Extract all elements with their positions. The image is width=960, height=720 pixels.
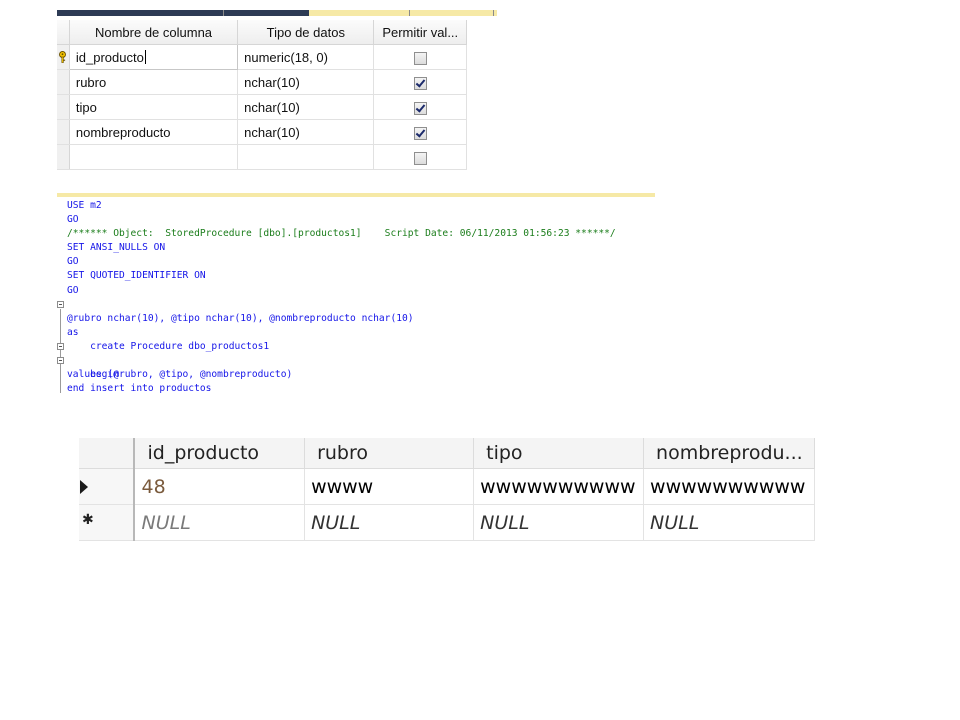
new-row-star-icon: ✱: [82, 512, 94, 528]
row-selector-header: [57, 20, 70, 45]
row-header-corner[interactable]: [79, 438, 136, 469]
cell-tipo[interactable]: NULL: [473, 504, 645, 541]
code-text: USE m2: [67, 200, 102, 211]
sql-editor[interactable]: USE m2 GO /****** Object: StoredProcedur…: [56, 199, 676, 396]
table-row[interactable]: [57, 144, 467, 170]
row-selector[interactable]: [57, 144, 70, 170]
cell-id-producto[interactable]: 48: [134, 468, 306, 505]
code-line: SET ANSI_NULLS ON: [56, 241, 676, 255]
allow-nulls-checkbox[interactable]: [413, 76, 427, 90]
data-type-cell[interactable]: nchar(10): [237, 119, 375, 145]
code-line: values (@rubro, @tipo, @nombreproducto): [56, 368, 676, 382]
code-line: end: [56, 382, 676, 396]
column-header-tipo[interactable]: tipo: [473, 438, 645, 469]
column-definitions-grid: Nombre de columna Tipo de datos Permitir…: [57, 20, 467, 170]
allow-nulls-cell[interactable]: [373, 44, 467, 70]
code-line: begin: [56, 340, 676, 380]
code-line: USE m2: [56, 199, 676, 213]
column-name-cell[interactable]: id_producto: [68, 44, 239, 70]
table-row[interactable]: tipo nchar(10): [57, 94, 467, 120]
key-icon: [59, 51, 66, 63]
allow-nulls-checkbox[interactable]: [413, 51, 427, 65]
code-text: values (@rubro, @tipo, @nombreproducto): [67, 369, 293, 381]
row-header[interactable]: [79, 468, 136, 505]
cell-id-producto[interactable]: NULL: [134, 504, 306, 541]
column-header-rubro[interactable]: rubro: [304, 438, 475, 469]
designer-tab-strip: [57, 10, 497, 18]
collapse-icon[interactable]: [57, 342, 64, 350]
tab-separator: [409, 10, 410, 16]
data-type-cell[interactable]: numeric(18, 0): [237, 44, 375, 70]
code-line: /****** Object: StoredProcedure [dbo].[p…: [56, 227, 676, 241]
text-caret: [144, 49, 146, 64]
table-row[interactable]: ✱ NULL NULL NULL NULL: [79, 504, 815, 541]
table-row[interactable]: id_producto numeric(18, 0): [57, 44, 467, 70]
row-selector[interactable]: [57, 44, 70, 70]
code-text: end: [67, 383, 85, 395]
code-text: GO: [67, 256, 79, 268]
row-arrow-icon: [80, 480, 88, 494]
row-selector[interactable]: [57, 119, 70, 145]
data-type-cell[interactable]: nchar(10): [237, 69, 375, 95]
column-header-id-producto[interactable]: id_producto: [134, 438, 306, 469]
code-line: GO: [56, 213, 676, 227]
column-name-text: id_producto: [75, 49, 144, 65]
column-header-allow-nulls[interactable]: Permitir val...: [373, 20, 467, 45]
allow-nulls-checkbox[interactable]: [413, 151, 427, 165]
code-line: @rubro nchar(10), @tipo nchar(10), @nomb…: [56, 312, 676, 326]
column-header-nombreproducto[interactable]: nombreprodu...: [643, 438, 815, 469]
code-line: SET QUOTED_IDENTIFIER ON: [56, 269, 676, 283]
column-name-cell[interactable]: nombreproducto: [69, 119, 239, 145]
column-name-cell[interactable]: rubro: [69, 69, 239, 95]
cell-rubro[interactable]: NULL: [304, 504, 475, 541]
row-selector[interactable]: [57, 69, 70, 95]
code-text: SET QUOTED_IDENTIFIER ON: [67, 270, 206, 282]
code-comment: /****** Object: StoredProcedure [dbo].[p…: [67, 228, 616, 240]
code-line: create Procedure dbo_productos1: [56, 298, 676, 393]
collapse-icon[interactable]: [57, 357, 64, 365]
allow-nulls-checkbox[interactable]: [413, 101, 427, 115]
tab-separator: [493, 10, 494, 16]
data-type-cell[interactable]: [237, 144, 375, 170]
code-text: GO: [67, 214, 79, 226]
cell-nombreproducto[interactable]: wwwwwwwwww: [643, 468, 815, 505]
code-text: @rubro nchar(10), @tipo nchar(10), @nomb…: [67, 312, 414, 324]
code-line: GO: [56, 284, 676, 298]
code-line: insert into productos: [56, 354, 676, 394]
cell-rubro[interactable]: wwww: [304, 468, 475, 505]
column-name-cell[interactable]: [69, 144, 239, 170]
data-type-cell[interactable]: nchar(10): [237, 94, 375, 120]
collapse-icon[interactable]: [57, 300, 64, 308]
cell-nombreproducto[interactable]: NULL: [643, 504, 815, 541]
table-row[interactable]: 48 wwww wwwwwwwwww wwwwwwwwww: [79, 468, 815, 505]
table-designer: Nombre de columna Tipo de datos Permitir…: [57, 10, 497, 172]
column-header-name[interactable]: Nombre de columna: [69, 20, 239, 45]
allow-nulls-cell[interactable]: [373, 69, 467, 95]
allow-nulls-cell[interactable]: [373, 119, 467, 145]
column-name-cell[interactable]: tipo: [69, 94, 239, 120]
row-selector[interactable]: [57, 94, 70, 120]
code-line: as: [56, 326, 676, 340]
code-text: SET ANSI_NULLS ON: [67, 242, 166, 254]
allow-nulls-cell[interactable]: [373, 94, 467, 120]
column-header-type[interactable]: Tipo de datos: [237, 20, 375, 45]
table-row[interactable]: rubro nchar(10): [57, 69, 467, 95]
designer-tab-active: [57, 10, 309, 16]
allow-nulls-cell[interactable]: [373, 144, 467, 170]
code-text: as: [67, 326, 79, 338]
code-line: GO: [56, 255, 676, 269]
designer-tab-strip-highlight: [309, 10, 497, 16]
table-row[interactable]: nombreproducto nchar(10): [57, 119, 467, 145]
code-text: GO: [67, 284, 79, 296]
allow-nulls-checkbox[interactable]: [413, 126, 427, 140]
editor-margin-bar: [57, 193, 655, 197]
row-header[interactable]: ✱: [79, 504, 136, 541]
results-grid: id_producto rubro tipo nombreprodu... 48…: [79, 438, 815, 546]
results-table: id_producto rubro tipo nombreprodu... 48…: [79, 438, 815, 541]
tab-separator: [223, 10, 224, 16]
cell-tipo[interactable]: wwwwwwwwww: [473, 468, 645, 505]
